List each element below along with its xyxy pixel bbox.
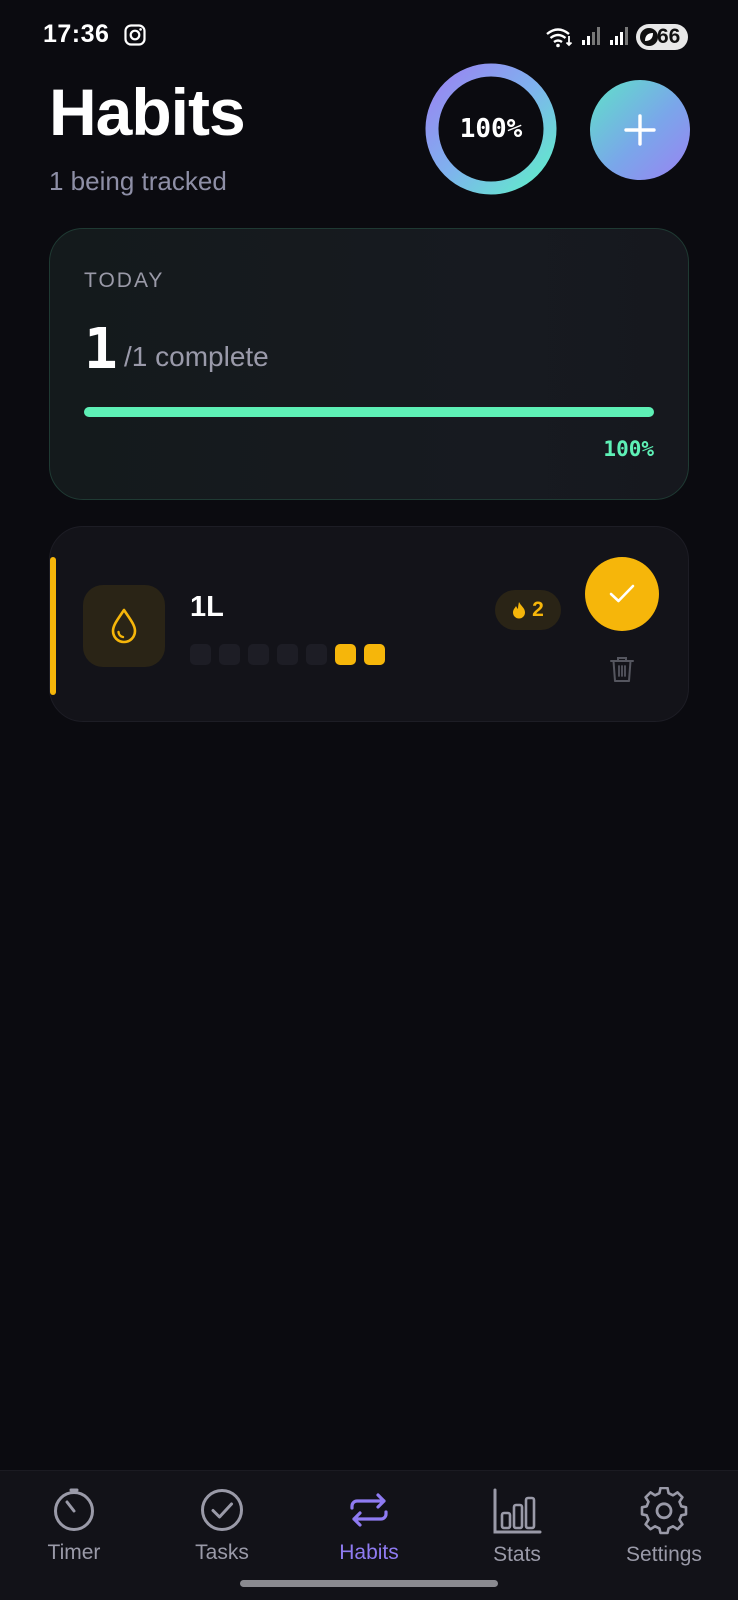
bar-chart-icon: [493, 1488, 542, 1534]
check-circle-icon: [201, 1489, 243, 1531]
overall-progress-label: 100%: [459, 114, 523, 144]
nav-label-timer: Timer: [47, 1541, 101, 1564]
battery-level: 66: [657, 25, 681, 48]
instagram-icon: [124, 24, 146, 46]
page-title: Habits: [49, 75, 246, 149]
habit-history-day: [277, 644, 298, 665]
today-completed-count: 1: [84, 317, 118, 382]
habit-history: [190, 644, 385, 665]
habit-icon-tile: [83, 585, 165, 667]
water-drop-icon: [111, 608, 137, 644]
habit-history-day: [248, 644, 269, 665]
habit-history-day: [219, 644, 240, 665]
nav-item-timer[interactable]: Timer: [14, 1487, 134, 1565]
gear-icon: [640, 1487, 688, 1535]
habits-screen: 17:36 66 Habits 1 being tracked 100% TOD…: [0, 0, 738, 1600]
home-indicator[interactable]: [240, 1580, 498, 1587]
today-progress-fill: [84, 407, 654, 417]
habit-card[interactable]: 1L 2: [49, 526, 689, 722]
today-total-label: /1 complete: [124, 341, 269, 372]
checkmark-icon: [609, 584, 635, 603]
timer-icon: [54, 1488, 94, 1531]
signal-icon: [582, 27, 600, 45]
nav-label-stats: Stats: [493, 1543, 541, 1566]
add-habit-button[interactable]: [590, 80, 690, 180]
habit-name: 1L: [190, 591, 224, 623]
signal-icon: [610, 27, 628, 45]
nav-item-habits[interactable]: Habits: [309, 1487, 429, 1565]
wifi-icon: [546, 28, 573, 48]
nav-item-settings[interactable]: Settings: [604, 1487, 724, 1567]
battery-saver-leaf-icon: [640, 28, 658, 46]
streak-badge: 2: [495, 590, 561, 630]
status-time: 17:36: [43, 20, 110, 48]
delete-habit-button[interactable]: [609, 655, 635, 683]
plus-icon: [624, 114, 656, 146]
habit-history-day: [190, 644, 211, 665]
today-label: TODAY: [84, 269, 165, 292]
nav-label-habits: Habits: [339, 1541, 399, 1564]
flame-icon: [513, 602, 526, 619]
habit-accent-bar: [50, 557, 56, 695]
habit-history-day: [306, 644, 327, 665]
page-subtitle: 1 being tracked: [49, 166, 227, 196]
streak-count: 2: [532, 598, 544, 621]
habit-history-day: [335, 644, 356, 665]
nav-label-settings: Settings: [626, 1543, 702, 1566]
nav-label-tasks: Tasks: [195, 1541, 249, 1564]
complete-habit-button[interactable]: [585, 557, 659, 631]
status-bar: 17:36 66: [0, 0, 738, 70]
today-progress-bar: [84, 407, 654, 417]
repeat-icon: [350, 1493, 388, 1527]
habit-history-day: [364, 644, 385, 665]
battery-indicator: 66: [636, 24, 688, 50]
nav-item-tasks[interactable]: Tasks: [162, 1487, 282, 1565]
today-percent-label: 100%: [603, 437, 654, 461]
today-summary-card: TODAY 1 /1 complete 100%: [49, 228, 689, 500]
nav-item-stats[interactable]: Stats: [457, 1487, 577, 1567]
